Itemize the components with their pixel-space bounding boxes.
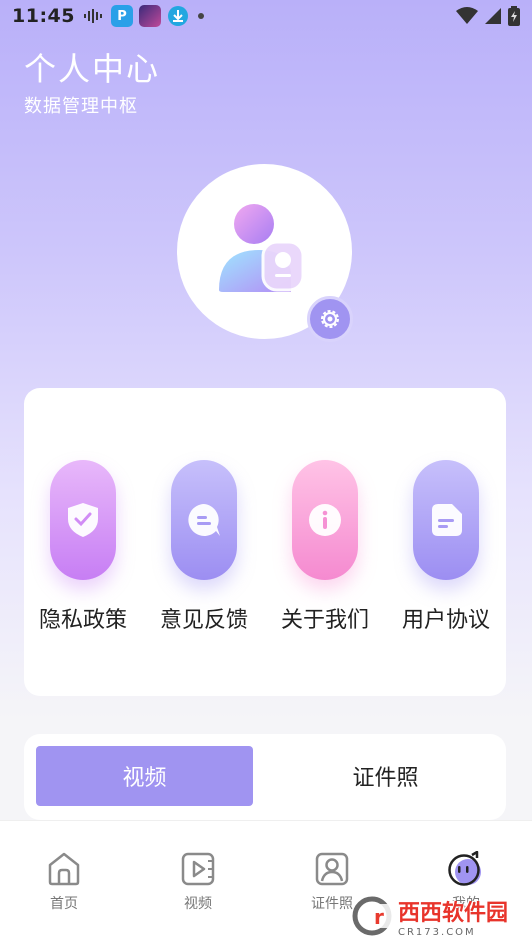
parking-app-icon: P: [110, 5, 133, 27]
game-app-icon: [138, 5, 161, 27]
privacy-label: 隐私政策: [38, 608, 127, 633]
tab-id-photo[interactable]: 证件照: [277, 746, 494, 806]
home-icon: [48, 852, 80, 886]
status-system-icons: [456, 6, 520, 26]
battery-icon: [508, 6, 520, 26]
document-icon: [432, 504, 462, 536]
feedback-label: 意见反馈: [159, 608, 248, 633]
download-icon: [167, 6, 188, 26]
dot-icon: [197, 13, 204, 19]
records-tabs-card: 视频 证件照: [24, 734, 506, 820]
profile-face-icon: [448, 851, 481, 886]
nav-home[interactable]: 首页: [14, 851, 114, 913]
tab-video[interactable]: 视频: [36, 746, 253, 806]
status-notification-icons: P: [83, 5, 207, 27]
watermark-cr-icon: r: [352, 896, 396, 936]
video-icon: [181, 852, 215, 886]
svg-text:r: r: [374, 905, 384, 929]
privacy-pill: [50, 460, 116, 580]
avatar-settings-button[interactable]: [307, 296, 353, 342]
wifi-icon: [456, 7, 478, 24]
link-about-us[interactable]: 关于我们: [270, 460, 380, 634]
shield-check-icon: [68, 503, 98, 537]
about-pill: [292, 460, 358, 580]
id-photo-icon: [315, 852, 349, 886]
agreement-pill: [413, 460, 479, 580]
nav-id-photo-label: 证件照: [311, 896, 353, 912]
chat-bubble-icon: [188, 504, 220, 536]
watermark-sub: CR173.COM: [398, 926, 476, 938]
page-title: 个人中心: [24, 50, 161, 88]
agreement-label: 用户协议: [401, 608, 490, 633]
link-privacy-policy[interactable]: 隐私政策: [28, 460, 138, 634]
nav-video-label: 视频: [184, 896, 212, 912]
nav-home-label: 首页: [50, 896, 78, 912]
links-card: 隐私政策 意见反馈 关于我们 用户协议: [24, 388, 506, 696]
watermark-text: 西西软件园: [398, 900, 509, 926]
nav-video[interactable]: 视频: [148, 851, 248, 913]
gear-icon: [321, 310, 339, 328]
info-icon: [309, 504, 341, 536]
watermark-logo: r 西西软件园 CR173.COM: [352, 896, 522, 938]
status-time: 11:45: [12, 5, 75, 27]
about-label: 关于我们: [280, 608, 369, 633]
user-avatar-icon: [218, 203, 304, 292]
feedback-pill: [171, 460, 237, 580]
page-subtitle: 数据管理中枢: [24, 96, 138, 117]
signal-icon: [485, 8, 501, 24]
link-user-agreement[interactable]: 用户协议: [391, 460, 501, 634]
audio-wave-icon: [83, 9, 102, 23]
link-feedback[interactable]: 意见反馈: [149, 460, 259, 634]
status-bar: 11:45 P: [0, 0, 532, 32]
